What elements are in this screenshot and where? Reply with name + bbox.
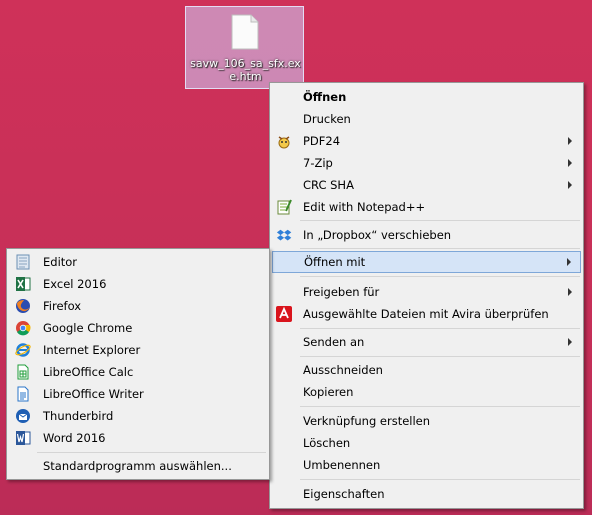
submenu-arrow-icon bbox=[568, 288, 572, 296]
menu-item-label: PDF24 bbox=[303, 134, 341, 148]
dropbox-icon bbox=[276, 229, 292, 241]
menu-item-label: Thunderbird bbox=[43, 409, 114, 423]
open-with-item-firefox[interactable]: Firefox bbox=[9, 295, 267, 317]
menu-item-label: Internet Explorer bbox=[43, 343, 141, 357]
menu-item-cut[interactable]: Ausschneiden bbox=[272, 359, 581, 381]
menu-separator bbox=[300, 220, 580, 221]
firefox-icon bbox=[16, 299, 30, 313]
open-with-submenu: Editor Excel 2016 Firefox Google Chrome bbox=[6, 248, 270, 480]
menu-item-label: Ausgewählte Dateien mit Avira überprüfen bbox=[303, 307, 549, 321]
menu-item-7zip[interactable]: 7-Zip bbox=[272, 152, 581, 174]
libreoffice-writer-icon bbox=[17, 386, 29, 402]
menu-item-create-shortcut[interactable]: Verknüpfung erstellen bbox=[272, 410, 581, 432]
menu-separator bbox=[300, 328, 580, 329]
excel-icon bbox=[16, 277, 31, 291]
chrome-icon bbox=[16, 321, 31, 336]
menu-item-open[interactable]: Öffnen bbox=[272, 86, 581, 108]
document-icon bbox=[231, 14, 259, 50]
menu-item-label: 7-Zip bbox=[303, 156, 333, 170]
menu-item-properties[interactable]: Eigenschaften bbox=[272, 483, 581, 505]
submenu-arrow-icon bbox=[568, 159, 572, 167]
menu-item-open-with[interactable]: Öffnen mit bbox=[272, 251, 581, 273]
menu-separator bbox=[37, 452, 266, 453]
menu-separator bbox=[300, 479, 580, 480]
selected-file-icon[interactable]: savw_106_sa_sfx.exe.htm bbox=[185, 6, 304, 89]
menu-item-label: Word 2016 bbox=[43, 431, 106, 445]
menu-item-label: Excel 2016 bbox=[43, 277, 107, 291]
notepad-icon bbox=[16, 254, 30, 270]
menu-item-notepad-plus[interactable]: Edit with Notepad++ bbox=[272, 196, 581, 218]
menu-item-label: Verknüpfung erstellen bbox=[303, 414, 431, 428]
menu-item-send-to[interactable]: Senden an bbox=[272, 331, 581, 353]
open-with-choose-default[interactable]: Standardprogramm auswählen... bbox=[9, 455, 267, 477]
menu-item-copy[interactable]: Kopieren bbox=[272, 381, 581, 403]
thunderbird-icon bbox=[16, 409, 30, 423]
libreoffice-calc-icon bbox=[17, 364, 29, 380]
submenu-arrow-icon bbox=[568, 137, 572, 145]
menu-item-avira-scan[interactable]: Ausgewählte Dateien mit Avira überprüfen bbox=[272, 303, 581, 325]
menu-item-label: Ausschneiden bbox=[303, 363, 383, 377]
menu-item-label: Editor bbox=[43, 255, 78, 269]
open-with-item-chrome[interactable]: Google Chrome bbox=[9, 317, 267, 339]
submenu-arrow-icon bbox=[568, 181, 572, 189]
submenu-arrow-icon bbox=[568, 338, 572, 346]
menu-item-rename[interactable]: Umbenennen bbox=[272, 454, 581, 476]
open-with-item-libreoffice-calc[interactable]: LibreOffice Calc bbox=[9, 361, 267, 383]
menu-separator bbox=[300, 356, 580, 357]
menu-separator bbox=[300, 276, 580, 277]
menu-item-label: Standardprogramm auswählen... bbox=[43, 459, 232, 473]
context-menu: Öffnen Drucken PDF24 7-Zip CRC SHA Edit … bbox=[269, 82, 584, 509]
word-icon bbox=[16, 431, 31, 445]
menu-item-label: Drucken bbox=[303, 112, 351, 126]
menu-item-label: CRC SHA bbox=[303, 178, 354, 192]
notepad-plus-icon bbox=[277, 199, 292, 215]
internet-explorer-icon bbox=[15, 343, 31, 357]
menu-item-label: Öffnen bbox=[303, 90, 347, 104]
open-with-item-thunderbird[interactable]: Thunderbird bbox=[9, 405, 267, 427]
menu-item-label: Eigenschaften bbox=[303, 487, 385, 501]
menu-item-label: Google Chrome bbox=[43, 321, 133, 335]
menu-item-label: Senden an bbox=[303, 335, 365, 349]
open-with-item-excel[interactable]: Excel 2016 bbox=[9, 273, 267, 295]
menu-item-label: Löschen bbox=[303, 436, 351, 450]
menu-separator bbox=[300, 248, 580, 249]
menu-item-label: Edit with Notepad++ bbox=[303, 200, 426, 214]
menu-item-label: Öffnen mit bbox=[304, 255, 366, 269]
menu-item-share-with[interactable]: Freigeben für bbox=[272, 281, 581, 303]
menu-separator bbox=[300, 406, 580, 407]
menu-item-pdf24[interactable]: PDF24 bbox=[272, 130, 581, 152]
open-with-item-libreoffice-writer[interactable]: LibreOffice Writer bbox=[9, 383, 267, 405]
submenu-arrow-icon bbox=[567, 258, 571, 266]
menu-item-label: LibreOffice Writer bbox=[43, 387, 144, 401]
menu-item-label: LibreOffice Calc bbox=[43, 365, 134, 379]
menu-item-label: Kopieren bbox=[303, 385, 354, 399]
menu-item-label: In „Dropbox“ verschieben bbox=[303, 228, 452, 242]
open-with-item-editor[interactable]: Editor bbox=[9, 251, 267, 273]
pdf24-icon bbox=[278, 136, 290, 149]
menu-item-label: Freigeben für bbox=[303, 285, 380, 299]
avira-icon bbox=[276, 306, 292, 322]
open-with-item-word[interactable]: Word 2016 bbox=[9, 427, 267, 449]
menu-item-dropbox[interactable]: In „Dropbox“ verschieben bbox=[272, 224, 581, 246]
menu-item-crc-sha[interactable]: CRC SHA bbox=[272, 174, 581, 196]
file-name-label: savw_106_sa_sfx.exe.htm bbox=[190, 57, 301, 83]
open-with-item-internet-explorer[interactable]: Internet Explorer bbox=[9, 339, 267, 361]
menu-item-label: Firefox bbox=[43, 299, 82, 313]
menu-item-delete[interactable]: Löschen bbox=[272, 432, 581, 454]
menu-item-label: Umbenennen bbox=[303, 458, 381, 472]
menu-item-print[interactable]: Drucken bbox=[272, 108, 581, 130]
